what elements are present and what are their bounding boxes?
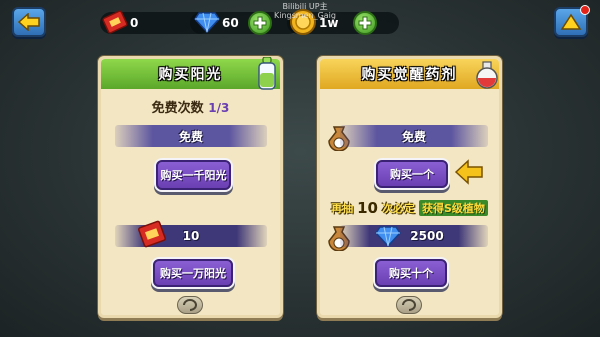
refresh-icon (183, 299, 197, 311)
arrow-left-icon (454, 159, 483, 185)
sun-free-band: 免费 (115, 125, 267, 147)
free-count-value: 1/3 (208, 101, 230, 115)
buy-potion-header: 购买觉醒药剂 (320, 59, 499, 89)
buy-potion-card: 购买觉醒药剂 免费 购买一个 再抽 10 次必定 获得S级植物 2500 购买十… (317, 56, 502, 318)
potion-free-band: 免费 (340, 125, 488, 147)
ticket-icon (138, 220, 166, 248)
potion-gem-band: 2500 (340, 225, 488, 247)
gem-count: 60 (222, 16, 239, 30)
notification-dot (580, 5, 590, 15)
back-button[interactable] (12, 7, 46, 37)
ticket-cost: 10 (182, 229, 200, 243)
potion-flask-icon (476, 61, 498, 89)
buy-ten-potion-button[interactable]: 购买十个 (375, 259, 447, 287)
buy-sun-card: 购买阳光 免费次数 1/3 免费 购买一千阳光 10 购买一万阳光 (98, 56, 283, 318)
buy-10000-sun-button[interactable]: 购买一万阳光 (153, 259, 233, 287)
buy-one-potion-button[interactable]: 购买一个 (376, 160, 448, 188)
refresh-button[interactable] (177, 296, 203, 314)
arrow-left-icon (18, 13, 40, 31)
milk-bottle-icon (258, 57, 276, 90)
buy-potion-title: 购买觉醒药剂 (361, 67, 458, 83)
buy-sun-title: 购买阳光 (158, 67, 223, 83)
ticket-count: 0 (130, 16, 139, 30)
watermark: Bilibili UP主 Kingsmen_Gaig (274, 2, 336, 20)
menu-button[interactable] (554, 5, 590, 37)
promo-count: 10 (357, 199, 378, 217)
gem-icon (375, 226, 401, 248)
ticket-icon (102, 10, 128, 34)
promo-text: 再抽 10 次必定 获得S级植物 (320, 199, 499, 217)
free-count: 免费次数 1/3 (151, 101, 230, 116)
refresh-icon (402, 299, 416, 311)
plus-icon (358, 16, 372, 30)
gem-cost: 2500 (410, 229, 444, 243)
ticket-counter: 0 (100, 10, 210, 34)
refresh-button[interactable] (396, 296, 422, 314)
gem-icon (194, 12, 220, 34)
buy-sun-header: 购买阳光 (101, 59, 280, 89)
triangle-up-icon (560, 13, 582, 30)
buy-1000-sun-button[interactable]: 购买一千阳光 (156, 160, 231, 190)
